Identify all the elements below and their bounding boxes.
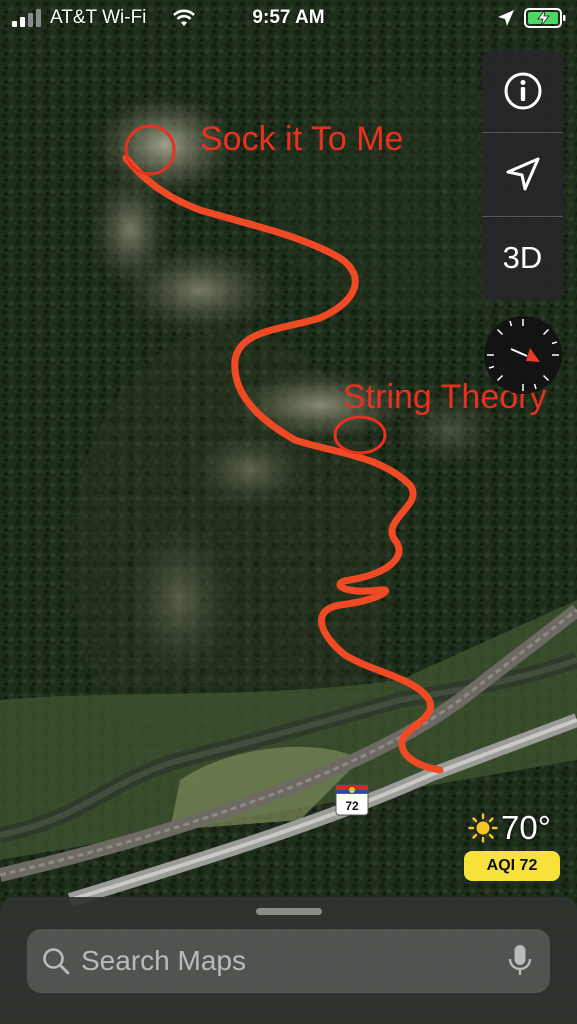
maps-screen: Sock it To Me String Theory 72 AT&T Wi-F… <box>0 0 577 1024</box>
sheet-grabber-handle[interactable] <box>256 908 322 915</box>
status-bar: AT&T Wi-Fi 9:57 AM <box>0 0 577 38</box>
track-location-button[interactable] <box>482 133 563 215</box>
info-icon <box>504 72 541 110</box>
location-services-icon <box>498 10 514 26</box>
highway-number: 72 <box>345 799 359 813</box>
map-controls-panel: 3D <box>482 50 563 300</box>
aqi-badge: AQI 72 <box>464 851 560 881</box>
search-bar[interactable] <box>27 929 550 993</box>
location-arrow-icon <box>506 157 539 191</box>
3d-view-button[interactable]: 3D <box>482 217 563 299</box>
microphone-icon[interactable] <box>508 944 532 978</box>
highway-72-shield[interactable]: 72 <box>335 784 369 816</box>
battery-charging-icon <box>524 8 566 28</box>
search-input[interactable] <box>81 929 481 993</box>
route-label-sock-it-to-me: Sock it To Me <box>200 120 404 158</box>
search-sheet[interactable] <box>0 897 577 1024</box>
clock-label: 9:57 AM <box>252 7 325 28</box>
search-icon <box>43 948 70 975</box>
compass-icon[interactable] <box>483 315 563 395</box>
sun-icon <box>468 813 498 843</box>
temperature-label: 70° <box>501 809 551 846</box>
weather-widget[interactable]: 70° AQI 72 <box>463 805 563 885</box>
3d-view-label: 3D <box>502 240 543 275</box>
info-button[interactable] <box>482 50 563 132</box>
